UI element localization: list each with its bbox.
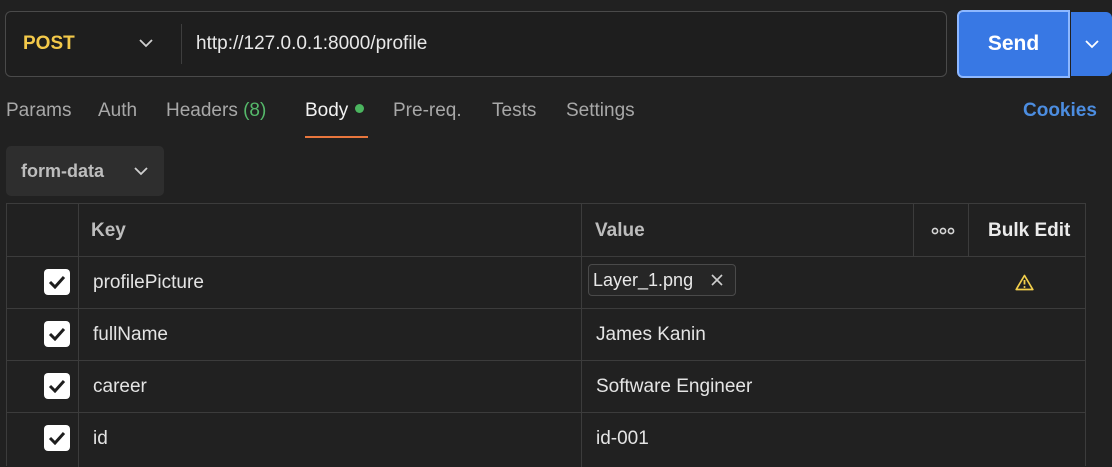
chevron-down-icon	[139, 39, 153, 48]
method-label: POST	[23, 33, 75, 54]
row-checkbox[interactable]	[44, 321, 70, 347]
tab-body-label: Body	[305, 100, 349, 121]
headers-count: (8)	[243, 100, 267, 121]
tab-auth[interactable]: Auth	[98, 100, 137, 130]
row-value[interactable]: id-001	[596, 428, 649, 450]
send-label: Send	[987, 32, 1040, 55]
status-dot	[355, 104, 365, 114]
tab-settings-label: Settings	[566, 100, 635, 121]
file-name: Layer_1.png	[593, 269, 694, 290]
active-tab-indicator	[305, 136, 368, 138]
row-checkbox[interactable]	[44, 269, 70, 295]
row-key[interactable]: career	[93, 376, 147, 398]
cookies-label: Cookies	[1023, 100, 1097, 121]
method-select[interactable]: POST	[6, 12, 182, 76]
tab-headers-label: Headers	[166, 100, 238, 121]
url-bar: POST	[5, 11, 947, 77]
tab-prereq[interactable]: Pre-req.	[393, 100, 462, 130]
body-type-select[interactable]: form-data	[6, 146, 164, 196]
row-divider	[7, 412, 1085, 413]
checkmark-icon	[48, 275, 66, 289]
url-input[interactable]	[196, 24, 936, 64]
row-checkbox[interactable]	[44, 425, 70, 451]
row-key[interactable]: fullName	[93, 324, 168, 346]
cookies-link[interactable]: Cookies	[1023, 100, 1097, 122]
checkmark-icon	[48, 379, 66, 393]
column-header-key: Key	[91, 220, 126, 241]
send-options-button[interactable]	[1071, 12, 1112, 76]
warning-triangle-icon	[1015, 274, 1034, 291]
tab-params-label: Params	[6, 100, 72, 121]
chevron-down-icon	[134, 167, 148, 176]
form-data-table: Key Value Bulk Edit profilePicture Layer…	[6, 203, 1086, 467]
tab-auth-label: Auth	[98, 100, 138, 121]
checkmark-icon	[48, 327, 66, 341]
column-divider	[581, 204, 582, 467]
tab-params[interactable]: Params	[6, 100, 71, 130]
row-value[interactable]: James Kanin	[596, 324, 706, 346]
row-checkbox[interactable]	[44, 373, 70, 399]
row-key[interactable]: id	[93, 428, 108, 450]
tab-settings[interactable]: Settings	[566, 100, 635, 130]
tab-headers[interactable]: Headers (8)	[166, 100, 266, 130]
row-divider	[7, 360, 1085, 361]
chevron-down-icon	[1084, 40, 1099, 49]
column-divider	[913, 204, 914, 256]
column-header-value: Value	[595, 220, 645, 241]
column-divider	[78, 204, 79, 467]
send-button[interactable]: Send	[957, 10, 1070, 78]
body-type-label: form-data	[21, 160, 105, 181]
row-divider	[7, 308, 1085, 309]
row-divider	[7, 256, 1085, 257]
url-divider	[181, 24, 182, 64]
tab-tests[interactable]: Tests	[492, 100, 536, 130]
tab-prereq-label: Pre-req.	[393, 100, 462, 121]
bulk-edit-button[interactable]: Bulk Edit	[988, 220, 1070, 242]
row-key[interactable]: profilePicture	[93, 272, 204, 294]
tab-body[interactable]: Body	[305, 100, 365, 130]
tab-tests-label: Tests	[492, 100, 537, 121]
file-chip: Layer_1.png	[588, 264, 736, 296]
column-divider	[968, 204, 969, 256]
more-horizontal-icon[interactable]	[931, 226, 955, 236]
row-value[interactable]: Software Engineer	[596, 376, 752, 398]
checkmark-icon	[48, 431, 66, 445]
close-icon[interactable]	[710, 273, 724, 287]
